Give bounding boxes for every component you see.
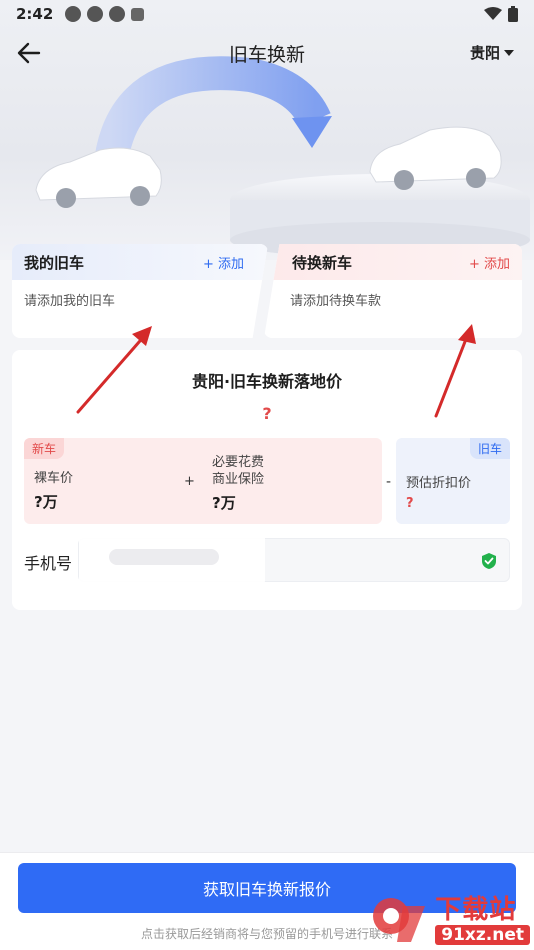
discount-value: ? — [406, 496, 414, 511]
watermark-cn: 下载站 — [435, 895, 517, 925]
wifi-icon — [484, 7, 502, 20]
fees-label-2: 商业保险 — [212, 472, 265, 487]
new-car-hint: 请添加待换车款 — [290, 294, 382, 309]
old-car-tag: 旧车 — [469, 438, 510, 459]
add-old-car-button[interactable]: + 添加 — [203, 253, 244, 272]
plus-sign: + — [184, 474, 195, 489]
watermark-en: 91xz.net — [435, 925, 530, 945]
bare-price-label: 裸车价 — [34, 471, 74, 486]
card-header: 待换新车 + 添加 — [264, 244, 522, 280]
phone-label: 手机号 — [24, 554, 73, 573]
car-cards: 我的旧车 + 添加 请添加我的旧车 待换新车 + 添加 请添加待换车款 — [12, 244, 522, 340]
old-car-hint: 请添加我的旧车 — [24, 294, 116, 309]
back-button[interactable] — [14, 38, 44, 68]
caret-down-icon — [504, 49, 514, 56]
new-car-price-box: 新车 裸车价 ?万 + 必要花费 商业保险 ?万 — [24, 438, 382, 524]
status-right — [484, 6, 518, 22]
fees: 必要花费 商业保险 ?万 — [212, 454, 264, 513]
bare-price: 裸车价 ?万 — [34, 470, 73, 512]
battery-icon — [508, 6, 518, 22]
nav-bar: 旧车换新 贵阳 — [0, 30, 534, 76]
bare-price-value: ?万 — [34, 493, 58, 511]
panel-title: 贵阳·旧车换新落地价 — [191, 372, 343, 391]
shield-check-icon — [482, 553, 496, 569]
minus-sign: - — [386, 474, 392, 490]
total-price-value: ? — [262, 404, 272, 423]
font-notification-icon — [131, 7, 145, 21]
my-old-car-card[interactable]: 我的旧车 + 添加 请添加我的旧车 — [12, 244, 268, 338]
fees-value: ?万 — [212, 494, 236, 512]
watermark-logo-icon — [373, 898, 426, 942]
city-selector[interactable]: 贵阳 — [470, 42, 514, 63]
card-header: 我的旧车 + 添加 — [12, 244, 268, 280]
old-car-title: 我的旧车 — [24, 253, 85, 272]
bottom-bar: 获取旧车换新报价 点击获取后经销商将与您预留的手机号进行联系 下载站 91xz.… — [0, 852, 534, 950]
phone-redaction — [79, 527, 265, 585]
status-bar: 2:42 — [0, 0, 534, 28]
price-panel: 贵阳·旧车换新落地价 ? 新车 裸车价 ?万 + 必要花费 商业保险 ?万 - … — [12, 350, 522, 610]
app-notification-icon — [87, 6, 104, 22]
status-time: 2:42 — [16, 5, 54, 23]
notification-icons — [65, 6, 145, 22]
app-notification-icon — [65, 6, 82, 22]
new-car-title: 待换新车 — [292, 253, 353, 272]
discount-label: 预估折扣价 — [406, 476, 472, 491]
arrow-left-icon — [17, 42, 41, 64]
new-car-tag: 新车 — [24, 438, 65, 459]
fees-label-1: 必要花费 — [212, 455, 265, 470]
new-car-card[interactable]: 待换新车 + 添加 请添加待换车款 — [264, 244, 522, 338]
old-car-price-box: 旧车 预估折扣价 ? — [396, 438, 510, 524]
phone-input[interactable] — [78, 527, 510, 585]
watermark: 下载站 91xz.net — [367, 892, 530, 948]
city-label: 贵阳 — [469, 44, 500, 62]
app-notification-icon — [109, 6, 126, 22]
page-title: 旧车换新 — [228, 43, 305, 66]
add-new-car-button[interactable]: + 添加 — [469, 253, 510, 272]
watermark-text: 下载站 91xz.net — [435, 895, 530, 945]
